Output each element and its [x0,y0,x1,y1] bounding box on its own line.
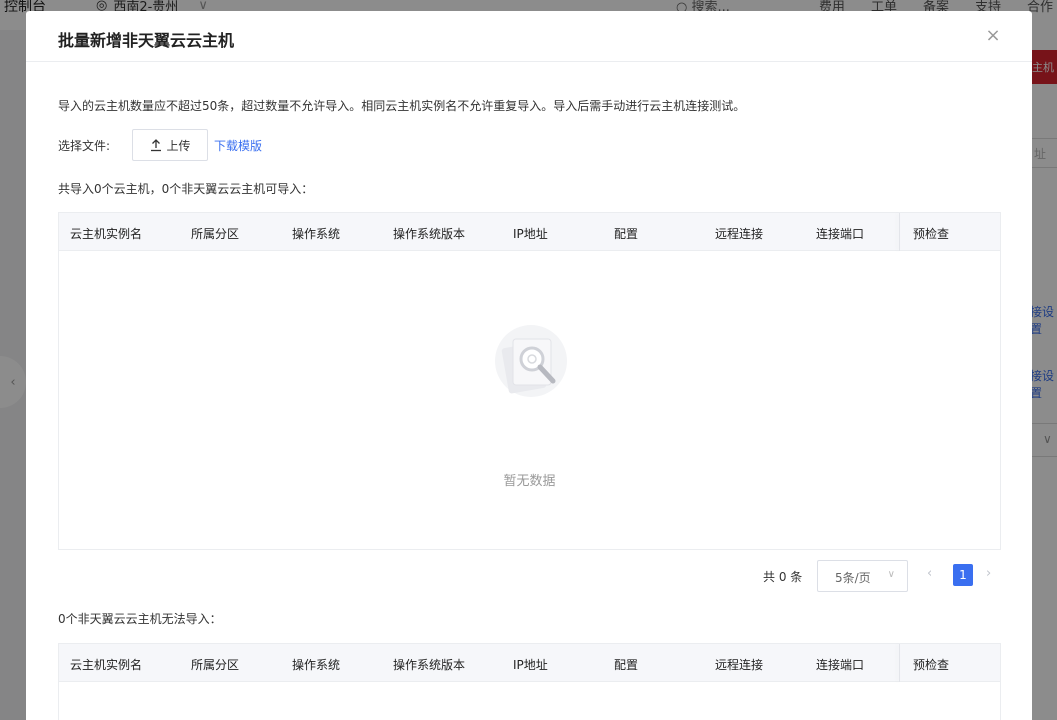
column-header-instance-name: 云主机实例名 [70,227,143,241]
upload-button[interactable]: 上传 [132,129,208,161]
table-header: 云主机实例名 所属分区 操作系统 操作系统版本 IP地址 配置 远程连接 连接端… [59,644,1000,682]
empty-data-icon [495,325,567,397]
page-number-button[interactable]: 1 [953,564,973,586]
table-header: 云主机实例名 所属分区 操作系统 操作系统版本 IP地址 配置 远程连接 连接端… [59,213,1000,251]
column-header-precheck: 预检查 [913,227,950,241]
upload-label: 上传 [166,138,191,153]
column-header-zone: 所属分区 [191,658,240,672]
column-header-remote-connection: 远程连接 [715,227,764,241]
page-size-value: 5条/页 [835,571,871,585]
column-header-config: 配置 [614,658,639,672]
page-size-select[interactable]: 5条/页 ∨ [817,560,908,592]
column-header-instance-name: 云主机实例名 [70,658,143,672]
download-template-link[interactable]: 下载模版 [214,137,262,154]
previous-page-button[interactable]: ‹ [927,566,932,581]
modal-header: 批量新增非天翼云云主机 × [26,11,1032,62]
column-header-os-version: 操作系统版本 [393,658,466,672]
column-header-remote-connection: 远程连接 [715,658,764,672]
column-header-port: 连接端口 [816,227,865,241]
close-icon[interactable]: × [984,27,1002,45]
column-header-os: 操作系统 [292,658,341,672]
pagination-total: 共 0 条 [763,570,803,584]
column-header-os-version: 操作系统版本 [393,227,466,241]
column-header-os: 操作系统 [292,227,341,241]
import-notice: 导入的云主机数量应不超过50条，超过数量不允许导入。相同云主机实例名不允许重复导… [58,99,746,113]
fixed-column-divider [899,213,900,251]
batch-import-modal: 批量新增非天翼云云主机 × 导入的云主机数量应不超过50条，超过数量不允许导入。… [26,11,1032,720]
chevron-down-icon: ∨ [887,569,895,580]
pagination: 共 0 条 5条/页 ∨ ‹ 1 › [26,560,1032,592]
non-importable-table: 云主机实例名 所属分区 操作系统 操作系统版本 IP地址 配置 远程连接 连接端… [58,643,1001,720]
file-select-row: 选择文件: 上传 下载模版 [58,129,262,161]
next-page-button[interactable]: › [986,566,991,581]
column-header-precheck: 预检查 [913,658,950,672]
fixed-column-divider [899,644,900,682]
empty-text: 暂无数据 [503,474,556,489]
column-header-ip: IP地址 [513,227,548,241]
file-label: 选择文件: [58,138,111,153]
table-empty-body: 暂无数据 [59,251,1000,549]
importable-table: 云主机实例名 所属分区 操作系统 操作系统版本 IP地址 配置 远程连接 连接端… [58,212,1001,550]
non-importable-summary: 0个非天翼云云主机无法导入： [58,612,222,626]
importable-summary: 共导入0个云主机，0个非天翼云云主机可导入： [58,182,314,196]
modal-title: 批量新增非天翼云云主机 [58,31,235,50]
upload-icon [151,139,162,152]
column-header-ip: IP地址 [513,658,548,672]
column-header-port: 连接端口 [816,658,865,672]
column-header-zone: 所属分区 [191,227,240,241]
column-header-config: 配置 [614,227,639,241]
